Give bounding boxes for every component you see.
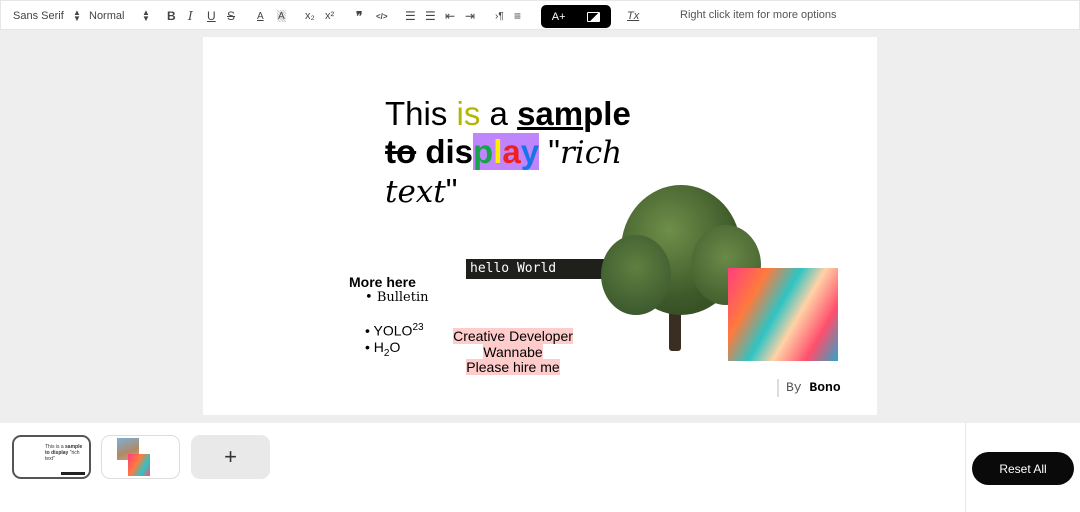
align-icon[interactable]: ≡ xyxy=(514,1,521,31)
image-icon[interactable] xyxy=(587,11,601,22)
blockquote-button[interactable]: ❞ xyxy=(356,1,362,31)
creative-text-block[interactable]: Creative Developer Wannabe Please hire m… xyxy=(443,328,583,376)
list-block[interactable]: More here • Bulletin • YOLO23 • H2O xyxy=(349,274,429,361)
strike-button[interactable]: S xyxy=(227,1,235,31)
bold-button[interactable]: B xyxy=(167,1,176,31)
list-item: • YOLO23 xyxy=(365,322,424,339)
subscript-button[interactable]: x₂ xyxy=(305,1,315,31)
list-item: • Bulletin xyxy=(365,290,429,305)
reset-all-button[interactable]: Reset All xyxy=(972,452,1074,485)
text-direction-icon[interactable]: ›¶ xyxy=(495,1,504,31)
italic-button[interactable]: I xyxy=(188,1,193,31)
slide-page[interactable]: This is a sample to display "rich text" … xyxy=(203,37,877,415)
clear-format-icon[interactable]: Tx xyxy=(627,1,639,31)
list-item: • H2O xyxy=(365,338,401,359)
abstract-painting-image[interactable] xyxy=(728,268,838,361)
outdent-icon[interactable]: ⇤ xyxy=(445,1,455,31)
text-color-button[interactable]: A xyxy=(257,1,264,31)
insert-group: A+ xyxy=(541,5,611,28)
font-value: Sans Serif xyxy=(13,10,64,22)
underline-button[interactable]: U xyxy=(207,1,216,31)
byline[interactable]: By Bono xyxy=(777,379,841,397)
list-heading: More here xyxy=(349,274,416,290)
add-slide-button[interactable]: + xyxy=(191,435,270,479)
size-select-arrows-icon[interactable]: ▲ ▼ xyxy=(142,1,150,31)
size-value: Normal xyxy=(89,10,125,22)
slide-thumbnail-2[interactable] xyxy=(101,435,180,479)
code-block-button[interactable]: </> xyxy=(376,1,388,31)
font-select-arrows-icon[interactable]: ▲ ▼ xyxy=(73,1,81,31)
slide-thumbnail-1[interactable]: This is a sample to display "rich text" xyxy=(12,435,91,479)
ordered-list-icon[interactable]: ☰ xyxy=(405,1,416,31)
superscript-button[interactable]: x² xyxy=(325,1,334,31)
background-color-button[interactable]: A xyxy=(277,10,286,22)
canvas-area: This is a sample to display "rich text" … xyxy=(0,30,1080,423)
divider xyxy=(965,423,966,512)
toolbar: Sans Serif ▲ ▼ Normal ▲ ▼ B I U S A A x₂ x… xyxy=(0,0,1080,30)
font-select[interactable]: Sans Serif xyxy=(13,1,64,31)
bullet-list-icon[interactable]: ☰ xyxy=(425,1,436,31)
font-size-button[interactable]: A+ xyxy=(552,11,566,23)
hint-text: Right click item for more options xyxy=(680,9,837,21)
indent-icon[interactable]: ⇥ xyxy=(465,1,475,31)
size-select[interactable]: Normal xyxy=(89,1,124,31)
slides-panel: This is a sample to display "rich text" + … xyxy=(0,423,1080,512)
